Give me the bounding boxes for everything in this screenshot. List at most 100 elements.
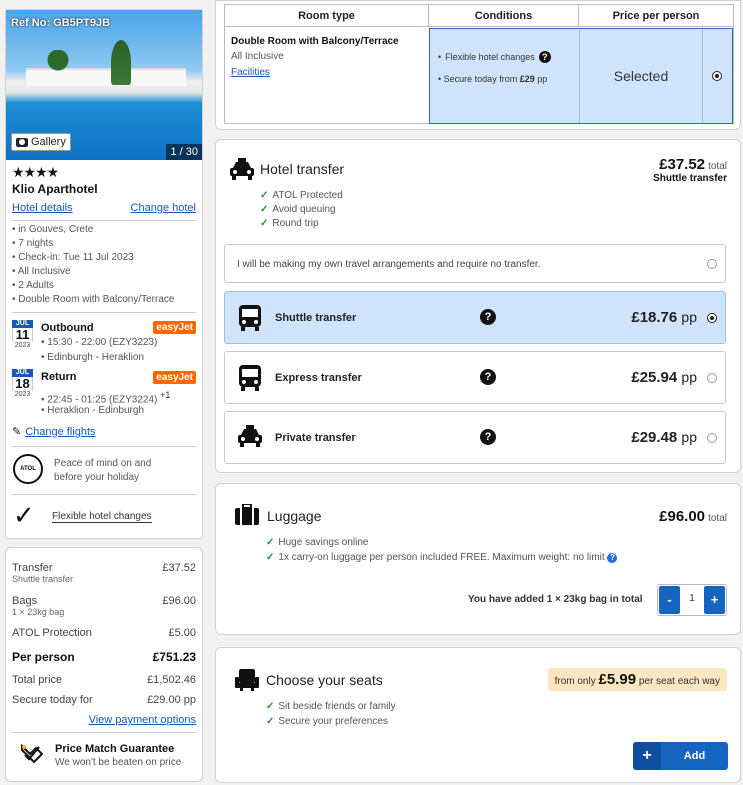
express-transfer-label: Express transfer: [275, 372, 362, 384]
transfer-total: £37.52 total Shuttle transfer: [653, 156, 727, 184]
shuttle-transfer-radio[interactable]: [707, 313, 717, 323]
private-transfer-radio[interactable]: [707, 433, 717, 443]
tree-icon: [111, 40, 131, 85]
luggage-total: £96.00 total: [659, 508, 727, 525]
bus-icon: [237, 364, 263, 392]
no-transfer-label: I will be making my own travel arrangeme…: [237, 259, 541, 270]
luggage-quantity-stepper[interactable]: - 1 +: [657, 584, 727, 616]
help-icon[interactable]: ?: [480, 309, 496, 325]
luggage-title: Luggage: [267, 508, 322, 524]
seats-title: Choose your seats: [266, 672, 383, 688]
list-item: ✓ Huge savings online: [266, 537, 369, 548]
list-item: ✓ Sit beside friends or family: [266, 701, 396, 712]
shuttle-transfer-label: Shuttle transfer: [275, 312, 357, 324]
luggage-quantity[interactable]: 1: [682, 593, 702, 604]
change-flights[interactable]: ✎ Change flights: [12, 425, 96, 439]
selected-room-cell[interactable]: • Flexible hotel changes ? • Secure toda…: [429, 28, 733, 124]
hotel-image[interactable]: Ref No: GB5PT9JB Gallery 1 / 30: [6, 10, 202, 160]
seats-panel: Choose your seats from only £5.99 per se…: [215, 647, 741, 783]
hotel-details-link[interactable]: Hotel details: [12, 202, 73, 214]
room-name: Double Room with Balcony/Terrace: [231, 36, 399, 47]
price-header: Price per person: [579, 5, 733, 27]
seat-icon: [234, 668, 260, 695]
list-item: ✓ Round trip: [260, 218, 319, 229]
seats-features: ✓ Sit beside friends or family ✓ Secure yo…: [266, 699, 396, 729]
add-seats-button[interactable]: + Add: [633, 742, 728, 770]
list-item: • Check-in: Tue 11 Jul 2023: [12, 252, 134, 263]
outbound-time: • 15:30 - 22:00 (EZY3223): [41, 337, 158, 348]
increment-button[interactable]: +: [704, 586, 725, 614]
add-plus-icon: +: [633, 742, 661, 770]
per-person-row: Per person £751.23: [12, 650, 196, 664]
total-row: Total price £1,502.46: [12, 674, 196, 686]
shuttle-transfer-price: £18.76 pp: [631, 309, 697, 326]
transfer-row: Transfer Shuttle transfer £37.52: [12, 562, 196, 584]
divider: [12, 312, 196, 313]
return-calendar-icon: JUL 18 2023: [12, 369, 33, 398]
shuttle-transfer-option[interactable]: Shuttle transfer ? £18.76 pp: [224, 291, 726, 344]
private-transfer-option[interactable]: Private transfer ? £29.48 pp: [224, 411, 726, 464]
decrement-button[interactable]: -: [659, 586, 680, 614]
list-item: • 2 Adults: [12, 280, 54, 291]
gallery-label: Gallery: [31, 136, 66, 148]
express-transfer-option[interactable]: Express transfer ? £25.94 pp: [224, 351, 726, 404]
no-transfer-option[interactable]: I will be making my own travel arrangeme…: [224, 244, 726, 283]
easyjet-logo: easyJet: [153, 321, 196, 334]
bus-icon: [237, 304, 263, 332]
pencil-icon: ✎: [12, 426, 22, 438]
camera-icon: [16, 137, 28, 147]
bags-row: Bags 1 × 23kg bag £96.00: [12, 595, 196, 617]
condition-secure: • Secure today from £29 pp: [438, 74, 548, 84]
divider: [12, 494, 196, 495]
flexible-hotel-changes[interactable]: Flexible hotel changes: [52, 511, 152, 523]
seats-price-badge: from only £5.99 per seat each way: [547, 668, 727, 691]
price-match-title: Price Match Guarantee: [55, 743, 175, 755]
checkmark-icon: ✓: [13, 500, 35, 530]
luggage-features: ✓ Huge savings online ✓ 1x carry-on luggag…: [266, 535, 618, 565]
express-transfer-radio[interactable]: [707, 373, 717, 383]
divider: [12, 220, 196, 221]
hotel-bullet-list: • in Gouves, Crete • 7 nights • Check-in…: [12, 223, 174, 307]
divider: [12, 446, 196, 447]
outbound-calendar-icon: JUL 11 2023: [12, 320, 33, 349]
help-icon[interactable]: ?: [538, 51, 551, 63]
taxi-icon: [229, 157, 255, 184]
list-item: ✓ Secure your preferences: [266, 716, 388, 727]
private-transfer-price: £29.48 pp: [631, 429, 697, 446]
no-transfer-radio[interactable]: [707, 259, 717, 269]
outbound-title: Outbound: [41, 322, 94, 334]
room-type-header: Room type: [225, 5, 429, 27]
peace-of-mind-text: Peace of mind on and before your holiday: [54, 458, 152, 483]
change-hotel-link[interactable]: Change hotel: [131, 202, 196, 214]
hotel-name: Klio Aparthotel: [12, 182, 98, 196]
hotel-card: Ref No: GB5PT9JB Gallery 1 / 30 ★★★★ Kli…: [5, 9, 203, 539]
atol-row: ATOL Protection £5.00: [12, 627, 196, 639]
list-item: • Double Room with Balcony/Terrace: [12, 294, 175, 305]
return-title: Return: [41, 371, 77, 383]
room-table: Room type Conditions Price per person Do…: [224, 4, 734, 124]
view-payment-options-link[interactable]: View payment options: [89, 714, 196, 726]
help-icon[interactable]: ?: [480, 369, 496, 385]
change-flights-link[interactable]: Change flights: [25, 426, 95, 438]
info-icon[interactable]: ?: [607, 552, 618, 563]
room-radio[interactable]: [712, 71, 722, 81]
list-item: • in Gouves, Crete: [12, 224, 94, 235]
day-offset: +1: [160, 390, 171, 400]
room-price-selected: Selected: [613, 68, 669, 84]
list-item: ✓ 1x carry-on luggage per person included…: [266, 550, 618, 565]
luggage-added-text: You have added 1 × 23kg bag in total: [468, 594, 643, 605]
room-board: All Inclusive: [231, 51, 284, 62]
conditions-header: Conditions: [429, 5, 579, 27]
price-summary: Transfer Shuttle transfer £37.52 Bags 1 × …: [5, 547, 203, 782]
transfer-features: ✓ ATOL Protected ✓ Avoid queuing ✓ Round tr…: [260, 189, 343, 231]
luggage-panel: Luggage £96.00 total ✓ Huge savings onlin…: [215, 483, 741, 635]
star-rating: ★★★★: [12, 164, 59, 180]
atol-logo-icon: ATOL: [13, 454, 43, 484]
facilities-link[interactable]: Facilities: [231, 67, 270, 78]
gallery-button[interactable]: Gallery: [11, 133, 71, 151]
help-icon[interactable]: ?: [480, 429, 496, 445]
list-item: ✓ Avoid queuing: [260, 204, 336, 215]
return-time: • 22:45 - 01:25 (EZY3224) +1: [41, 390, 171, 406]
divider: [12, 732, 196, 733]
list-item: • 7 nights: [12, 238, 54, 249]
